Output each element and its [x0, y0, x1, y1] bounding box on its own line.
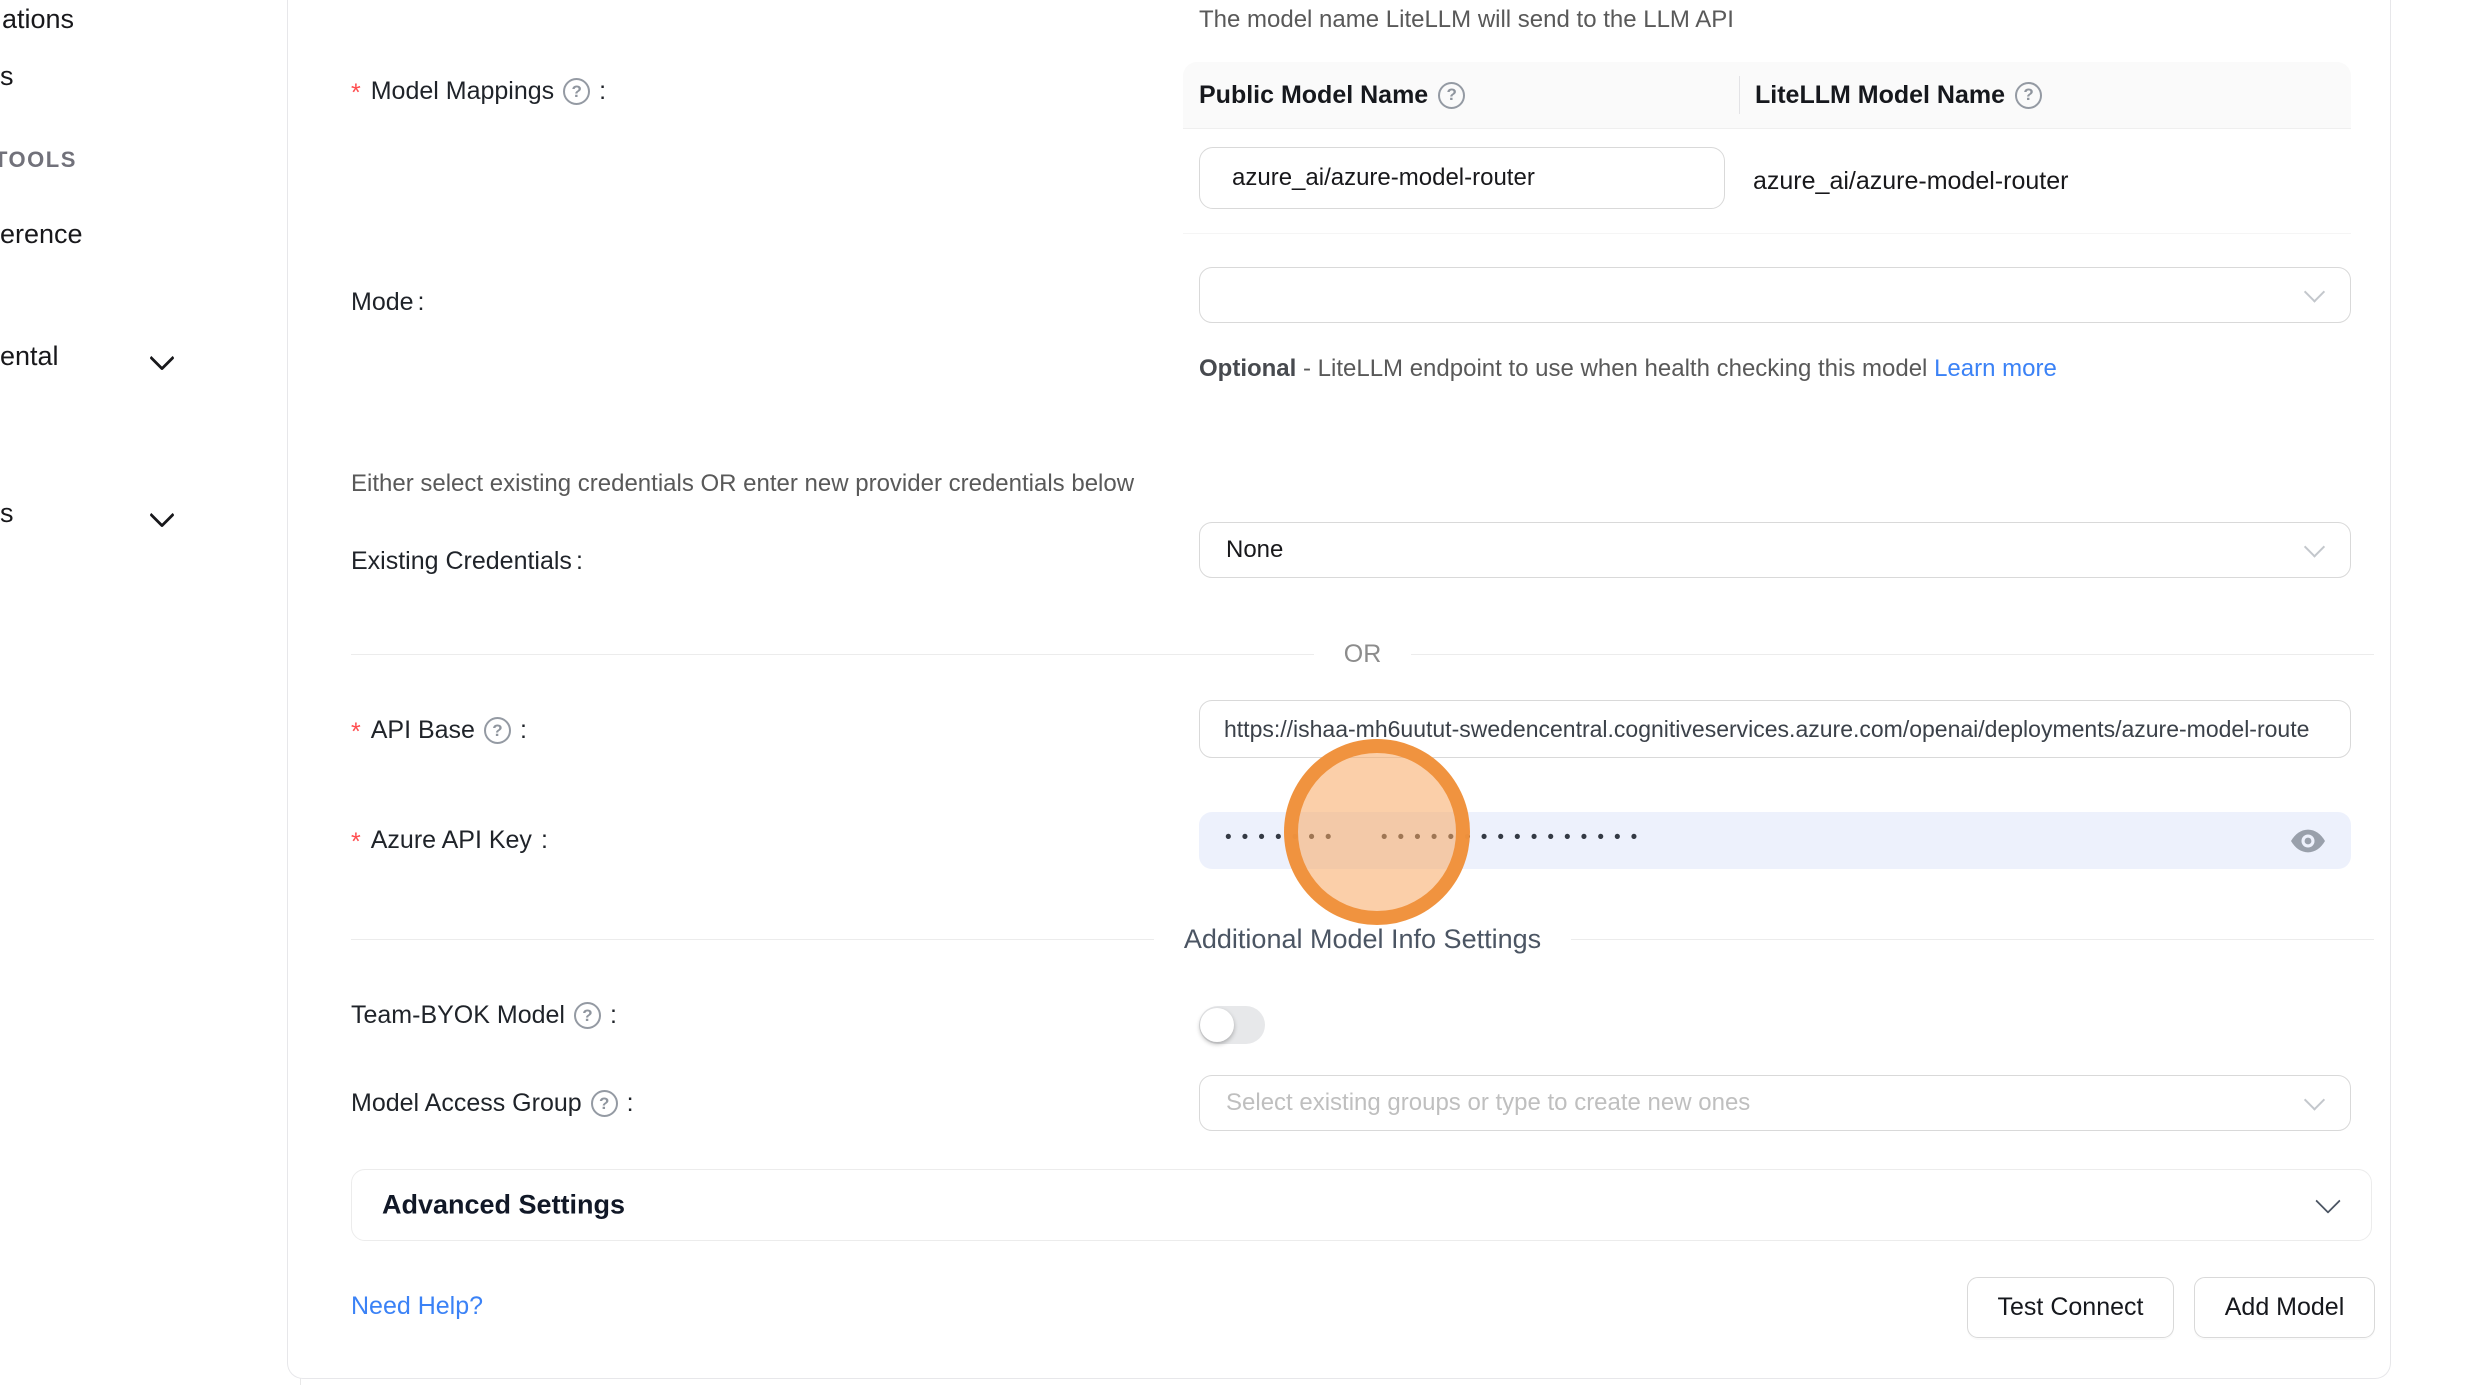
sidebar-item-ations[interactable]: ations — [2, 4, 74, 35]
public-model-name-input[interactable]: azure_ai/azure-model-router — [1199, 147, 1725, 209]
chevron-down-icon[interactable] — [149, 502, 174, 527]
azure-api-key-label: * Azure API Key : — [351, 826, 548, 855]
litellm-model-name-helper: The model name LiteLLM will send to the … — [1199, 6, 1734, 34]
table-header-public-model-name: Public Model Name ? — [1183, 62, 1739, 128]
add-model-form-card: The model name LiteLLM will send to the … — [287, 0, 2391, 1379]
select-placeholder: Select existing groups or type to create… — [1226, 1089, 1750, 1117]
existing-credentials-label: Existing Credentials : — [351, 547, 583, 576]
help-question-icon[interactable]: ? — [2015, 82, 2042, 109]
or-divider: OR — [351, 638, 2374, 670]
test-connect-button[interactable]: Test Connect — [1967, 1277, 2174, 1338]
chevron-down-icon — [2315, 1188, 2340, 1213]
help-question-icon[interactable]: ? — [574, 1002, 601, 1029]
sidebar-item-ental[interactable]: ental — [0, 341, 59, 372]
team-byok-label: Team-BYOK Model ? : — [351, 1001, 617, 1030]
model-mappings-table: Public Model Name ? LiteLLM Model Name ?… — [1183, 62, 2351, 234]
help-question-icon[interactable]: ? — [484, 717, 511, 744]
litellm-model-name-value: azure_ai/azure-model-router — [1753, 129, 2068, 233]
additional-model-info-divider: Additional Model Info Settings — [351, 922, 2374, 956]
table-header-litellm-model-name: LiteLLM Model Name ? — [1739, 62, 2351, 128]
table-header-row: Public Model Name ? LiteLLM Model Name ? — [1183, 62, 2351, 129]
required-asterisk: * — [351, 720, 361, 745]
sidebar-item-s2[interactable]: s — [0, 498, 14, 529]
sidebar-item-s[interactable]: s — [0, 61, 14, 92]
existing-credentials-select[interactable]: None — [1199, 522, 2351, 578]
advanced-settings-title: Advanced Settings — [382, 1190, 625, 1221]
azure-api-key-input[interactable]: ••••••• •••••••••••••••• — [1199, 812, 2351, 869]
mode-help-text: Optional - LiteLLM endpoint to use when … — [1199, 348, 2059, 390]
required-asterisk: * — [351, 830, 361, 855]
chevron-down-icon — [2304, 536, 2325, 557]
masked-password-dots: ••••••• •••••••••••••••• — [1225, 827, 1647, 849]
mode-label: Mode : — [351, 288, 425, 317]
add-model-button[interactable]: Add Model — [2194, 1277, 2375, 1338]
sidebar-item-erence[interactable]: erence — [0, 219, 83, 250]
sidebar: ations s TOOLS erence ental s — [0, 0, 301, 1385]
sidebar-section-tools: TOOLS — [0, 147, 77, 173]
required-asterisk: * — [351, 81, 361, 106]
help-question-icon[interactable]: ? — [1438, 82, 1465, 109]
chevron-down-icon — [2304, 281, 2325, 302]
credentials-note: Either select existing credentials OR en… — [351, 470, 1134, 498]
api-base-input[interactable]: https://ishaa-mh6uutut-swedencentral.cog… — [1199, 700, 2351, 758]
toggle-knob — [1200, 1008, 1234, 1042]
eye-icon[interactable] — [2291, 829, 2325, 853]
learn-more-link[interactable]: Learn more — [1934, 355, 2057, 382]
team-byok-toggle[interactable] — [1199, 1006, 1265, 1044]
help-question-icon[interactable]: ? — [563, 78, 590, 105]
help-question-icon[interactable]: ? — [591, 1090, 618, 1117]
api-base-label: * API Base ? : — [351, 716, 527, 745]
table-row: azure_ai/azure-model-router azure_ai/azu… — [1183, 129, 2351, 234]
add-model-page: ations s TOOLS erence ental s The model … — [0, 0, 2477, 1385]
chevron-down-icon — [2304, 1089, 2325, 1110]
need-help-link[interactable]: Need Help? — [351, 1292, 483, 1321]
advanced-settings-panel[interactable]: Advanced Settings — [351, 1169, 2372, 1241]
model-mappings-label: * Model Mappings ? : — [351, 77, 606, 106]
model-access-group-select[interactable]: Select existing groups or type to create… — [1199, 1075, 2351, 1131]
model-access-group-label: Model Access Group ? : — [351, 1089, 634, 1118]
chevron-down-icon[interactable] — [149, 345, 174, 370]
mode-select[interactable] — [1199, 267, 2351, 323]
